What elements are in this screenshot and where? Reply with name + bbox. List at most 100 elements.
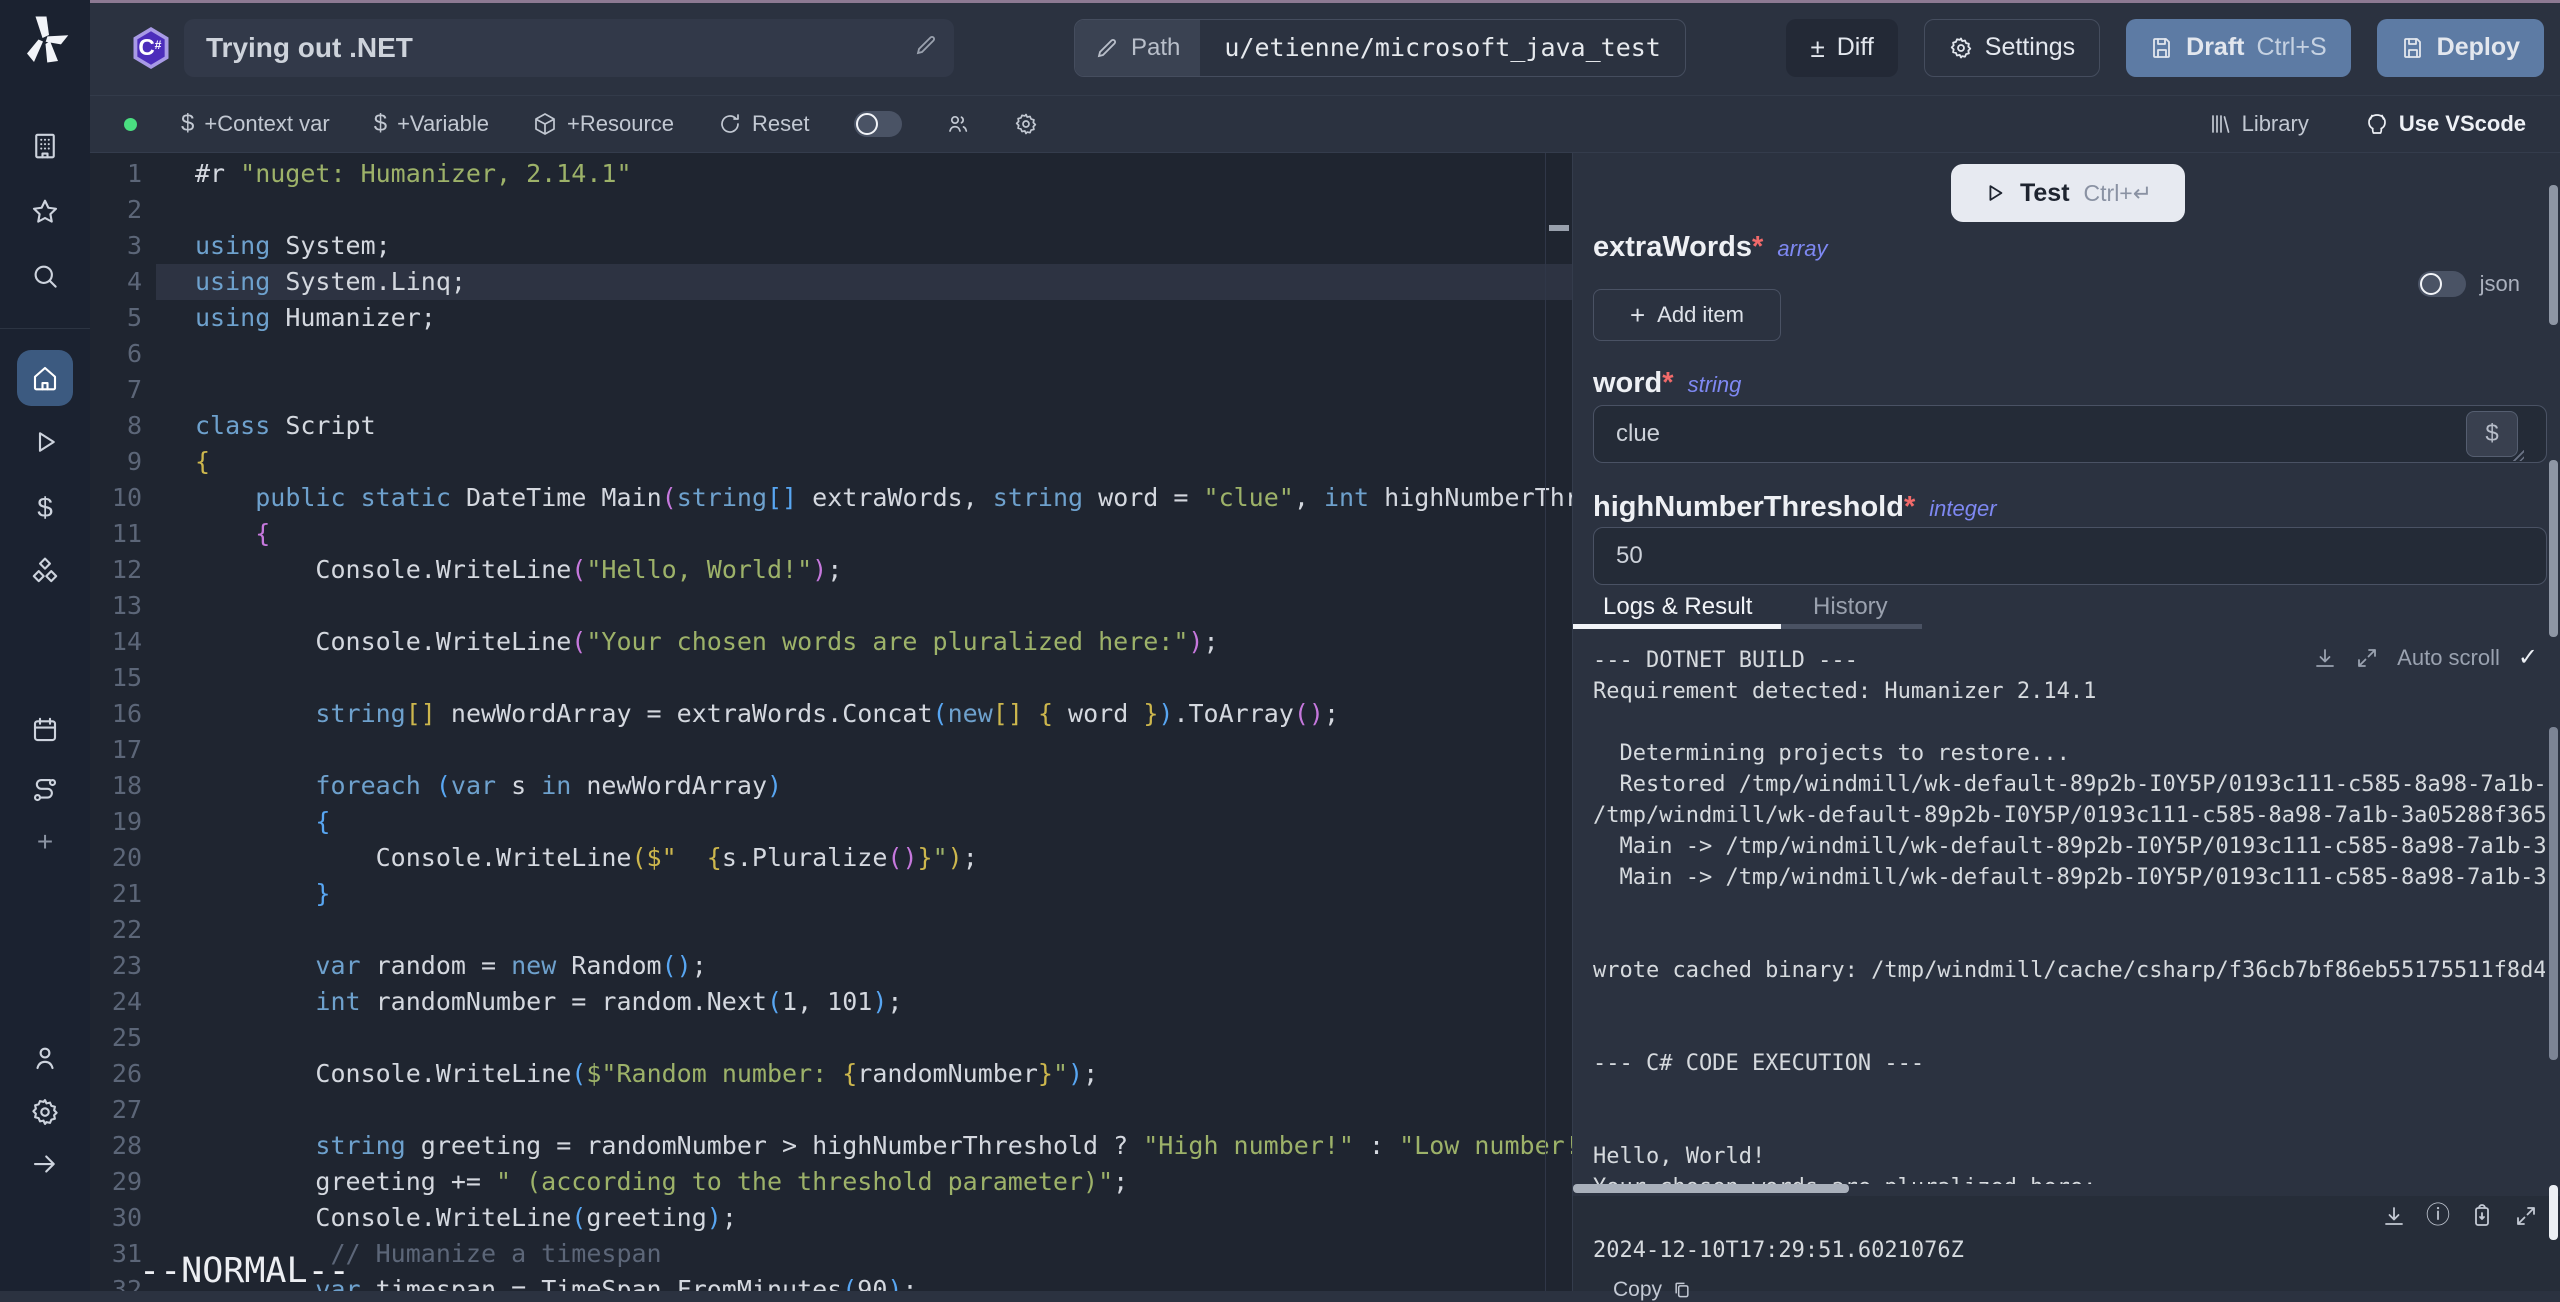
path-widget[interactable]: Path u/etienne/microsoft_java_test: [1074, 19, 1686, 77]
tab-logs-result[interactable]: Logs & Result: [1603, 593, 1752, 621]
code-line[interactable]: 20 Console.WriteLine($" {s.Pluralize()}"…: [90, 840, 1572, 876]
word-variable-button[interactable]: $: [2466, 411, 2518, 457]
reset-button[interactable]: Reset: [718, 111, 809, 137]
line-number: 21: [90, 876, 156, 912]
draft-button[interactable]: Draft Ctrl+S: [2126, 19, 2351, 77]
expand-result-icon[interactable]: [2514, 1204, 2538, 1228]
sidebar-item-home[interactable]: [17, 350, 73, 406]
code-line[interactable]: 24 int randomNumber = random.Next(1, 101…: [90, 984, 1572, 1020]
code-line[interactable]: 15: [90, 660, 1572, 696]
code-line[interactable]: 27: [90, 1092, 1572, 1128]
code-line-content: class Script: [156, 408, 1572, 444]
copy-result-button[interactable]: Copy: [1613, 1278, 1692, 1302]
use-vscode-button[interactable]: Use VScode: [2365, 111, 2526, 137]
clipboard-icon[interactable]: [2470, 1204, 2494, 1228]
result-scrollbar-thumb[interactable]: [2549, 1185, 2558, 1240]
code-line[interactable]: 7: [90, 372, 1572, 408]
log-horizontal-scrollbar[interactable]: [1573, 1184, 1849, 1193]
sidebar-item-add[interactable]: +: [17, 814, 73, 870]
add-item-label: Add item: [1657, 302, 1744, 328]
code-line[interactable]: 23 var random = new Random();: [90, 948, 1572, 984]
code-editor[interactable]: 1#r "nuget: Humanizer, 2.14.1"23using Sy…: [90, 153, 1572, 1291]
collaborators-button[interactable]: [946, 112, 970, 136]
csharp-logo: C #: [130, 25, 172, 71]
code-line-content: Console.WriteLine("Hello, World!");: [156, 552, 1572, 588]
code-line[interactable]: 29 greeting += " (according to the thres…: [90, 1164, 1572, 1200]
sidebar-item-settings[interactable]: [17, 1084, 73, 1140]
expand-logs-icon[interactable]: [2355, 646, 2379, 670]
code-line-content: foreach (var s in newWordArray): [156, 768, 1572, 804]
sidebar-item-collapse[interactable]: [17, 1136, 73, 1192]
code-line[interactable]: 30 Console.WriteLine(greeting);: [90, 1200, 1572, 1236]
sidebar-item-account[interactable]: [17, 1030, 73, 1086]
edit-title-button[interactable]: [906, 33, 946, 62]
code-line-content: [156, 660, 1572, 696]
code-line[interactable]: 6: [90, 336, 1572, 372]
svg-text:#: #: [155, 37, 162, 51]
result-tabs: Logs & Result History: [1573, 588, 2560, 629]
code-line-content: [156, 336, 1572, 372]
code-line[interactable]: 5using Humanizer;: [90, 300, 1572, 336]
line-number: 27: [90, 1092, 156, 1128]
sidebar-item-runs[interactable]: [17, 414, 73, 470]
settings-button[interactable]: Settings: [1924, 19, 2100, 77]
add-resource-button[interactable]: +Resource: [533, 111, 674, 137]
sidebar-item-resources[interactable]: [17, 544, 73, 600]
code-line[interactable]: 19 {: [90, 804, 1572, 840]
word-input[interactable]: [1593, 405, 2547, 463]
code-line[interactable]: 17: [90, 732, 1572, 768]
library-button[interactable]: Library: [2208, 111, 2309, 137]
assistant-toggle[interactable]: [854, 111, 902, 137]
code-line[interactable]: 4using System.Linq;: [90, 264, 1572, 300]
code-line[interactable]: 11 {: [90, 516, 1572, 552]
editor-settings-button[interactable]: [1014, 112, 1038, 136]
code-line[interactable]: 12 Console.WriteLine("Hello, World!");: [90, 552, 1572, 588]
sidebar-item-search[interactable]: [17, 248, 73, 304]
code-line[interactable]: 26 Console.WriteLine($"Random number: {r…: [90, 1056, 1572, 1092]
json-toggle[interactable]: [2418, 271, 2466, 297]
download-logs-icon[interactable]: [2313, 646, 2337, 670]
editor-minimap[interactable]: [1545, 153, 1572, 1291]
sidebar-item-variables[interactable]: $: [17, 480, 73, 536]
tab-history[interactable]: History: [1813, 593, 1888, 621]
add-context-var-button[interactable]: $ +Context var: [181, 110, 330, 138]
add-item-button[interactable]: + Add item: [1593, 289, 1781, 341]
sidebar-item-schedules[interactable]: [17, 702, 73, 758]
log-line: Requirement detected: Humanizer 2.14.1: [1593, 676, 2545, 707]
diff-button[interactable]: ± Diff: [1786, 19, 1897, 77]
code-line[interactable]: 14 Console.WriteLine("Your chosen words …: [90, 624, 1572, 660]
inputs-scrollbar-thumb[interactable]: [2549, 460, 2558, 637]
windmill-logo[interactable]: [15, 10, 75, 70]
dollar-icon: $: [374, 110, 387, 138]
code-line[interactable]: 10 public static DateTime Main(string[] …: [90, 480, 1572, 516]
script-title-input[interactable]: [184, 19, 954, 77]
code-line[interactable]: 13: [90, 588, 1572, 624]
code-line[interactable]: 8class Script: [90, 408, 1572, 444]
code-line[interactable]: 25: [90, 1020, 1572, 1056]
log-output-area[interactable]: Auto scroll ✓ --- DOTNET BUILD ---Requir…: [1573, 629, 2560, 1184]
code-line[interactable]: 22: [90, 912, 1572, 948]
sidebar-item-flows[interactable]: [17, 762, 73, 818]
add-variable-button[interactable]: $ +Variable: [374, 110, 489, 138]
code-line[interactable]: 28 string greeting = randomNumber > high…: [90, 1128, 1572, 1164]
code-line-content: public static DateTime Main(string[] ext…: [156, 480, 1572, 516]
info-icon[interactable]: ⓘ: [2426, 1204, 2450, 1228]
high-number-threshold-input[interactable]: [1593, 527, 2547, 585]
code-line[interactable]: 21 }: [90, 876, 1572, 912]
check-icon[interactable]: ✓: [2518, 643, 2538, 672]
download-result-icon[interactable]: [2382, 1204, 2406, 1228]
deploy-button[interactable]: Deploy: [2377, 19, 2544, 77]
code-line[interactable]: 1#r "nuget: Humanizer, 2.14.1": [90, 156, 1572, 192]
form-scrollbar-thumb[interactable]: [2549, 185, 2558, 325]
code-line[interactable]: 3using System;: [90, 228, 1572, 264]
code-line[interactable]: 2: [90, 192, 1572, 228]
sidebar-item-workspace[interactable]: [17, 118, 73, 174]
code-line[interactable]: 9{: [90, 444, 1572, 480]
test-button[interactable]: Test Ctrl+↵: [1951, 164, 2185, 222]
sidebar-item-favorites[interactable]: [17, 184, 73, 240]
line-number: 3: [90, 228, 156, 264]
variable-label: +Variable: [397, 111, 489, 137]
code-line[interactable]: 18 foreach (var s in newWordArray): [90, 768, 1572, 804]
code-line[interactable]: 16 string[] newWordArray = extraWords.Co…: [90, 696, 1572, 732]
log-scrollbar-thumb[interactable]: [2549, 727, 2558, 1060]
